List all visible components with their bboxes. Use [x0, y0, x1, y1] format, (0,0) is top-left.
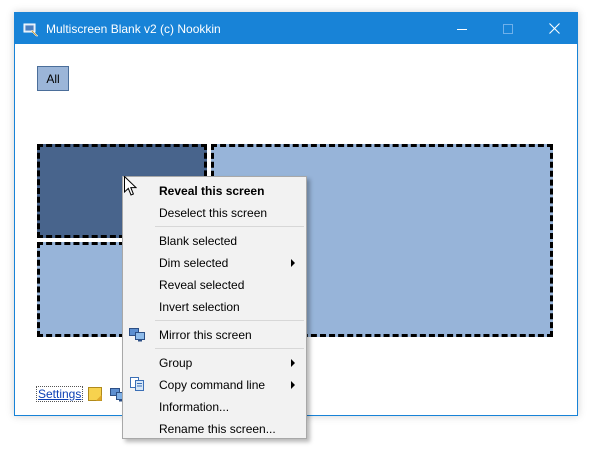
close-button[interactable] — [531, 13, 577, 44]
menu-item-group[interactable]: Group — [123, 351, 306, 373]
copy-icon — [129, 376, 145, 392]
menu-item-dim-selected[interactable]: Dim selected — [123, 251, 306, 273]
submenu-arrow-icon — [291, 381, 295, 389]
menu-item-invert-selection[interactable]: Invert selection — [123, 295, 306, 317]
close-icon — [548, 23, 560, 34]
menu-item-label: Mirror this screen — [159, 328, 252, 342]
menu-item-label: Reveal this screen — [159, 184, 265, 198]
maximize-icon — [503, 23, 513, 34]
menu-separator — [155, 226, 304, 227]
minimize-button[interactable] — [439, 13, 485, 44]
all-screens-button[interactable]: All — [37, 66, 69, 91]
menu-item-reveal-selected[interactable]: Reveal selected — [123, 273, 306, 295]
submenu-arrow-icon — [291, 359, 295, 367]
menu-item-copy-command-line[interactable]: Copy command line — [123, 373, 306, 395]
minimize-icon — [457, 28, 467, 30]
window-title: Multiscreen Blank v2 (c) Nookkin — [46, 22, 221, 36]
menu-item-mirror-this-screen[interactable]: Mirror this screen — [123, 323, 306, 345]
menu-item-label: Rename this screen... — [159, 422, 276, 436]
menu-item-label: Blank selected — [159, 234, 238, 248]
menu-separator — [155, 320, 304, 321]
menu-item-blank-selected[interactable]: Blank selected — [123, 229, 306, 251]
maximize-button[interactable] — [485, 13, 531, 44]
menu-item-reveal-this-screen[interactable]: Reveal this screen — [123, 179, 306, 201]
mouse-pointer-icon — [124, 175, 138, 197]
menu-item-label: Deselect this screen — [159, 206, 268, 220]
settings-link[interactable]: Settings — [36, 386, 84, 402]
title-bar[interactable]: Multiscreen Blank v2 (c) Nookkin — [15, 13, 577, 44]
app-icon — [23, 21, 39, 37]
menu-item-label: Reveal selected — [159, 278, 245, 292]
menu-item-rename-this-screen[interactable]: Rename this screen... — [123, 417, 306, 439]
menu-item-information[interactable]: Information... — [123, 395, 306, 417]
context-menu: Reveal this screen Deselect this screen … — [122, 176, 307, 439]
menu-item-deselect-this-screen[interactable]: Deselect this screen — [123, 201, 306, 223]
menu-separator — [155, 348, 304, 349]
note-icon[interactable] — [88, 387, 102, 401]
menu-item-label: Invert selection — [159, 300, 240, 314]
menu-item-label: Information... — [159, 400, 230, 414]
menu-item-label: Group — [159, 356, 193, 370]
submenu-arrow-icon — [291, 259, 295, 267]
menu-item-label: Copy command line — [159, 378, 266, 392]
mirror-icon — [129, 326, 145, 342]
menu-item-label: Dim selected — [159, 256, 229, 270]
